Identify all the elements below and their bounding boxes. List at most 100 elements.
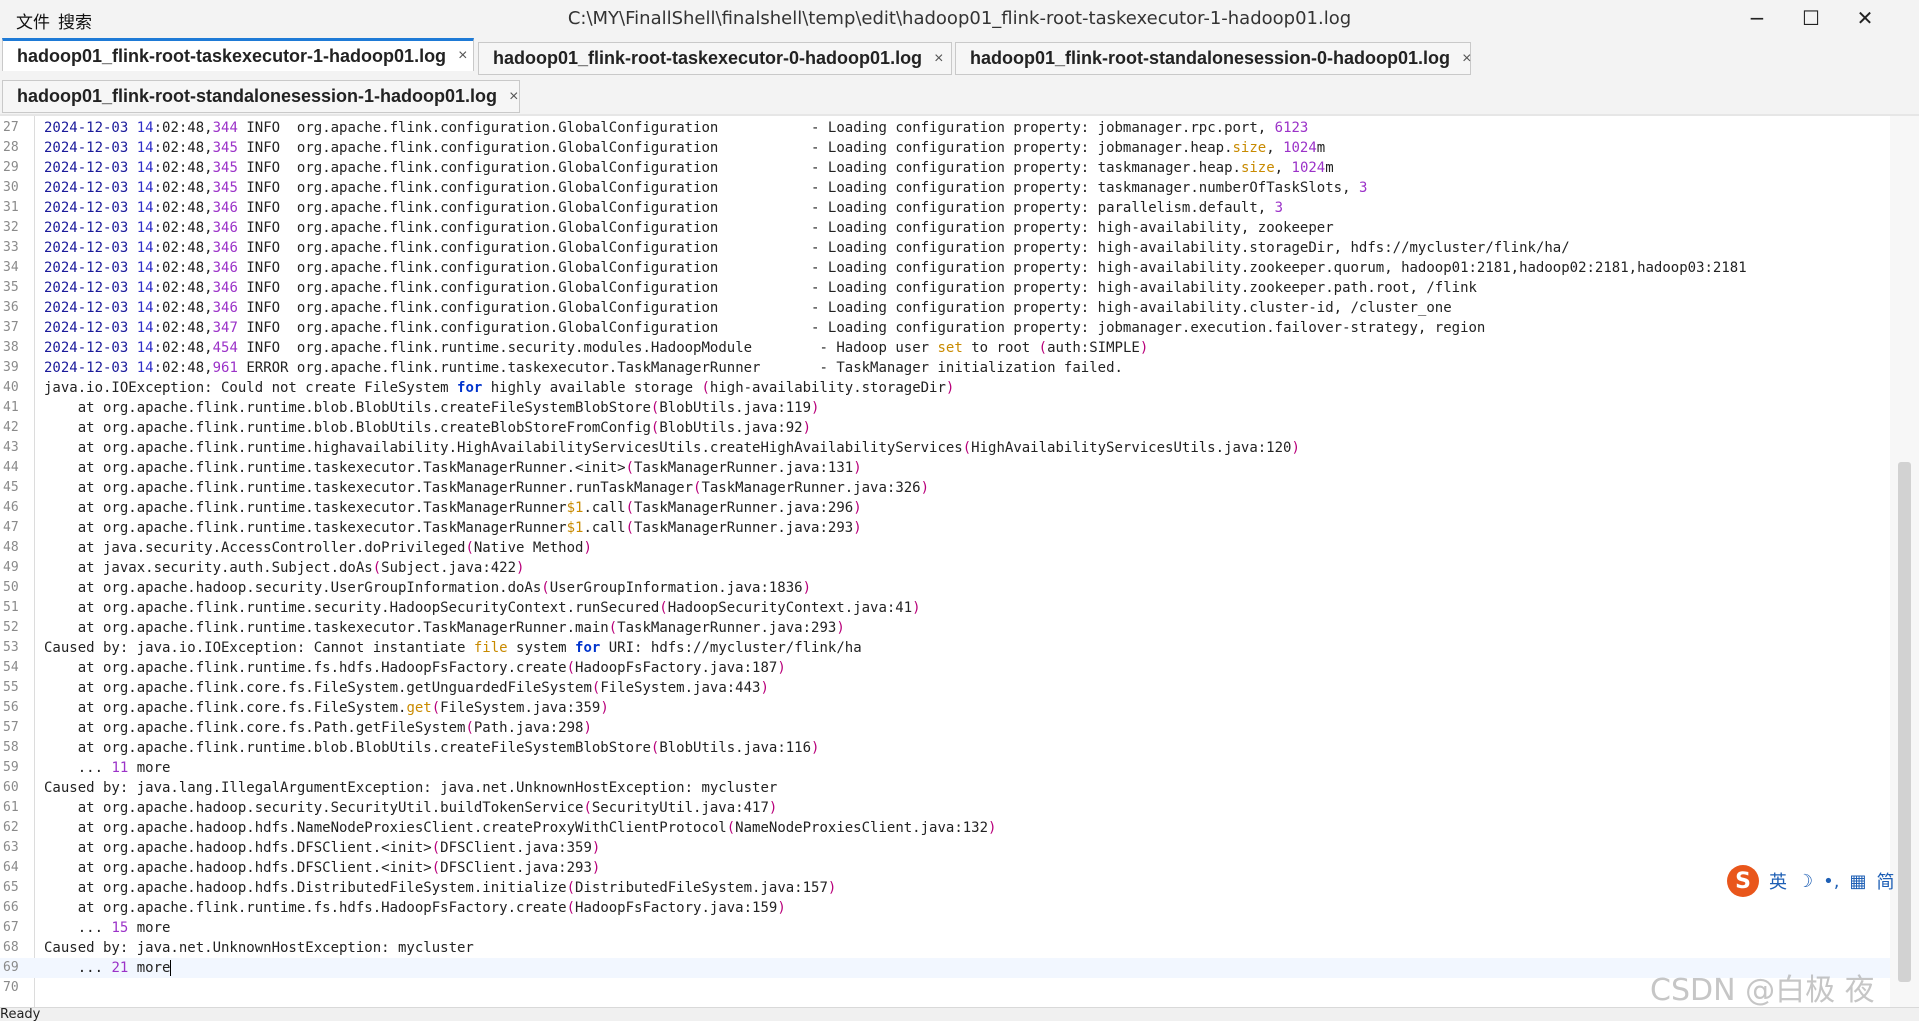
editor-line[interactable]: 51 at org.apache.flink.runtime.security.… (0, 598, 1890, 618)
menu-file[interactable]: 文件 (16, 8, 50, 33)
editor-line[interactable]: 52 at org.apache.flink.runtime.taskexecu… (0, 618, 1890, 638)
editor-line[interactable]: 28 2024-12-03 14:02:48,345 INFO org.apach… (0, 138, 1890, 158)
line-text[interactable]: at org.apache.flink.core.fs.Path.getFile… (44, 718, 592, 738)
line-text[interactable]: 2024-12-03 14:02:48,346 INFO org.apache.… (44, 238, 1570, 258)
maximize-button[interactable]: ☐ (1784, 0, 1838, 36)
line-text[interactable]: at org.apache.flink.runtime.taskexecutor… (44, 518, 862, 538)
editor-line[interactable]: 49 at javax.security.auth.Subject.doAs(S… (0, 558, 1890, 578)
editor-line[interactable]: 54 at org.apache.flink.runtime.fs.hdfs.H… (0, 658, 1890, 678)
editor-line[interactable]: 58 at org.apache.flink.runtime.blob.Blob… (0, 738, 1890, 758)
line-text[interactable]: Caused by: java.io.IOException: Cannot i… (44, 638, 862, 658)
line-text[interactable]: Caused by: java.lang.IllegalArgumentExce… (44, 778, 777, 798)
tab-close-icon[interactable]: × (509, 88, 518, 106)
line-text[interactable]: 2024-12-03 14:02:48,346 INFO org.apache.… (44, 218, 1334, 238)
scrollbar-thumb[interactable] (1898, 462, 1911, 982)
line-text[interactable]: 2024-12-03 14:02:48,454 INFO org.apache.… (44, 338, 1148, 358)
editor-line[interactable]: 61 at org.apache.hadoop.security.Securit… (0, 798, 1890, 818)
line-text[interactable]: at org.apache.flink.runtime.taskexecutor… (44, 498, 862, 518)
editor-line[interactable]: 65 at org.apache.hadoop.hdfs.Distributed… (0, 878, 1890, 898)
ime-mode[interactable]: 简 (1877, 868, 1895, 894)
line-text[interactable]: ... 11 more (44, 758, 171, 778)
editor-line[interactable]: 47 at org.apache.flink.runtime.taskexecu… (0, 518, 1890, 538)
editor-line[interactable]: 53 Caused by: java.io.IOException: Cannot… (0, 638, 1890, 658)
line-text[interactable]: at org.apache.flink.runtime.blob.BlobUti… (44, 398, 820, 418)
line-text[interactable]: at org.apache.flink.runtime.blob.BlobUti… (44, 418, 811, 438)
editor-lines[interactable]: 27 2024-12-03 14:02:48,344 INFO org.apach… (0, 118, 1890, 998)
line-text[interactable]: ... 21 more (44, 958, 172, 978)
line-text[interactable]: 2024-12-03 14:02:48,345 INFO org.apache.… (44, 178, 1367, 198)
editor-line[interactable]: 59 ... 11 more (0, 758, 1890, 778)
editor-line[interactable]: 68 Caused by: java.net.UnknownHostExcepti… (0, 938, 1890, 958)
line-text[interactable]: 2024-12-03 14:02:48,346 INFO org.apache.… (44, 278, 1477, 298)
editor-line[interactable]: 44 at org.apache.flink.runtime.taskexecu… (0, 458, 1890, 478)
tab-taskexecutor-0[interactable]: hadoop01_flink-root-taskexecutor-0-hadoo… (478, 42, 952, 75)
editor-line[interactable]: 41 at org.apache.flink.runtime.blob.Blob… (0, 398, 1890, 418)
editor-line[interactable]: 55 at org.apache.flink.core.fs.FileSyste… (0, 678, 1890, 698)
editor-line[interactable]: 60 Caused by: java.lang.IllegalArgumentEx… (0, 778, 1890, 798)
line-text[interactable]: at org.apache.hadoop.security.UserGroupI… (44, 578, 811, 598)
line-text[interactable]: java.io.IOException: Could not create Fi… (44, 378, 954, 398)
close-button[interactable]: ✕ (1838, 0, 1892, 36)
editor-line[interactable]: 30 2024-12-03 14:02:48,345 INFO org.apach… (0, 178, 1890, 198)
editor-line[interactable]: 39 2024-12-03 14:02:48,961 ERROR org.apac… (0, 358, 1890, 378)
line-text[interactable]: at org.apache.flink.runtime.security.Had… (44, 598, 921, 618)
editor-line[interactable]: 31 2024-12-03 14:02:48,346 INFO org.apach… (0, 198, 1890, 218)
editor-line[interactable]: 37 2024-12-03 14:02:48,347 INFO org.apach… (0, 318, 1890, 338)
editor-line[interactable]: 45 at org.apache.flink.runtime.taskexecu… (0, 478, 1890, 498)
line-text[interactable]: 2024-12-03 14:02:48,345 INFO org.apache.… (44, 138, 1325, 158)
tab-standalonesession-0[interactable]: hadoop01_flink-root-standalonesession-0-… (955, 42, 1471, 75)
line-text[interactable]: 2024-12-03 14:02:48,346 INFO org.apache.… (44, 198, 1283, 218)
line-text[interactable]: at org.apache.hadoop.hdfs.NameNodeProxie… (44, 818, 997, 838)
editor-line[interactable]: 34 2024-12-03 14:02:48,346 INFO org.apach… (0, 258, 1890, 278)
tab-taskexecutor-1[interactable]: hadoop01_flink-root-taskexecutor-1-hadoo… (2, 38, 474, 71)
editor-line[interactable]: 40 java.io.IOException: Could not create … (0, 378, 1890, 398)
ime-toolbar[interactable]: S 英 ☽ •, ▦ 简 (1727, 862, 1919, 900)
text-editor[interactable]: 27 2024-12-03 14:02:48,344 INFO org.apach… (0, 116, 1890, 1007)
editor-line[interactable]: 32 2024-12-03 14:02:48,346 INFO org.apach… (0, 218, 1890, 238)
line-text[interactable]: at org.apache.flink.runtime.fs.hdfs.Hado… (44, 658, 786, 678)
editor-line[interactable]: 27 2024-12-03 14:02:48,344 INFO org.apach… (0, 118, 1890, 138)
line-text[interactable]: 2024-12-03 14:02:48,346 INFO org.apache.… (44, 258, 1747, 278)
editor-line[interactable]: 50 at org.apache.hadoop.security.UserGro… (0, 578, 1890, 598)
line-text[interactable]: Caused by: java.net.UnknownHostException… (44, 938, 474, 958)
line-text[interactable]: 2024-12-03 14:02:48,961 ERROR org.apache… (44, 358, 1123, 378)
line-text[interactable]: at org.apache.flink.runtime.highavailabi… (44, 438, 1300, 458)
minimize-button[interactable]: − (1730, 0, 1784, 36)
line-text[interactable]: at org.apache.flink.runtime.fs.hdfs.Hado… (44, 898, 786, 918)
line-text[interactable]: at org.apache.hadoop.hdfs.DFSClient.<ini… (44, 838, 601, 858)
line-text[interactable]: at org.apache.flink.core.fs.FileSystem.g… (44, 678, 769, 698)
keyboard-icon[interactable]: ▦ (1849, 871, 1866, 892)
line-text[interactable]: 2024-12-03 14:02:48,346 INFO org.apache.… (44, 298, 1452, 318)
editor-line[interactable]: 33 2024-12-03 14:02:48,346 INFO org.apach… (0, 238, 1890, 258)
line-text[interactable]: at java.security.AccessController.doPriv… (44, 538, 592, 558)
editor-line[interactable]: 64 at org.apache.hadoop.hdfs.DFSClient.<… (0, 858, 1890, 878)
moon-icon[interactable]: ☽ (1797, 871, 1813, 892)
line-text[interactable]: ... 15 more (44, 918, 171, 938)
editor-line[interactable]: 38 2024-12-03 14:02:48,454 INFO org.apach… (0, 338, 1890, 358)
line-text[interactable]: at org.apache.flink.runtime.blob.BlobUti… (44, 738, 820, 758)
editor-line[interactable]: 36 2024-12-03 14:02:48,346 INFO org.apach… (0, 298, 1890, 318)
line-text[interactable]: 2024-12-03 14:02:48,347 INFO org.apache.… (44, 318, 1485, 338)
line-text[interactable]: at org.apache.flink.core.fs.FileSystem.g… (44, 698, 609, 718)
editor-line[interactable]: 43 at org.apache.flink.runtime.highavail… (0, 438, 1890, 458)
line-text[interactable]: at org.apache.flink.runtime.taskexecutor… (44, 458, 862, 478)
editor-line[interactable]: 42 at org.apache.flink.runtime.blob.Blob… (0, 418, 1890, 438)
editor-line[interactable]: 66 at org.apache.flink.runtime.fs.hdfs.H… (0, 898, 1890, 918)
tab-close-icon[interactable]: × (458, 47, 467, 65)
editor-line[interactable]: 56 at org.apache.flink.core.fs.FileSyste… (0, 698, 1890, 718)
line-text[interactable]: at org.apache.flink.runtime.taskexecutor… (44, 478, 929, 498)
line-text[interactable]: at org.apache.hadoop.security.SecurityUt… (44, 798, 778, 818)
tab-close-icon[interactable]: × (1462, 50, 1471, 68)
line-text[interactable]: 2024-12-03 14:02:48,345 INFO org.apache.… (44, 158, 1334, 178)
editor-line[interactable]: 46 at org.apache.flink.runtime.taskexecu… (0, 498, 1890, 518)
line-text[interactable]: at javax.security.auth.Subject.doAs(Subj… (44, 558, 525, 578)
line-text[interactable]: at org.apache.hadoop.hdfs.DFSClient.<ini… (44, 858, 601, 878)
line-text[interactable]: at org.apache.hadoop.hdfs.DistributedFil… (44, 878, 837, 898)
editor-line[interactable]: 29 2024-12-03 14:02:48,345 INFO org.apach… (0, 158, 1890, 178)
editor-line[interactable]: 70 (0, 978, 1890, 998)
punctuation-icon[interactable]: •, (1823, 871, 1839, 892)
editor-line[interactable]: 63 at org.apache.hadoop.hdfs.DFSClient.<… (0, 838, 1890, 858)
ime-language[interactable]: 英 (1769, 868, 1787, 894)
editor-line[interactable]: 69 ... 21 more (0, 958, 1890, 978)
line-text[interactable]: at org.apache.flink.runtime.taskexecutor… (44, 618, 845, 638)
